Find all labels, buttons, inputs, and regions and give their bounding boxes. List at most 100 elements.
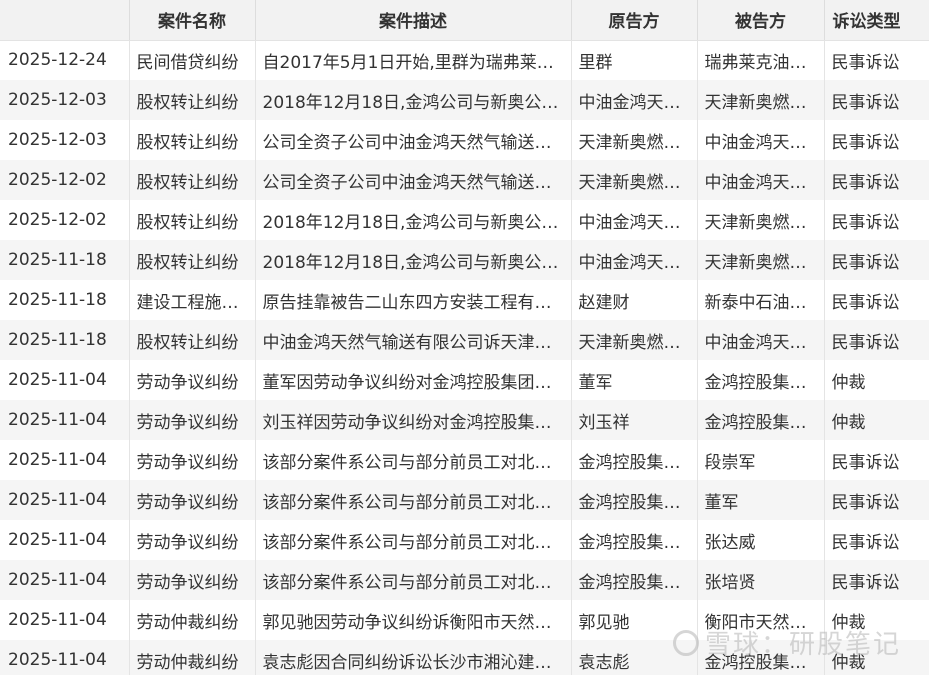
table-row[interactable]: 2025-11-04 劳动争议纠纷 刘玉祥因劳动争议纠纷对金鸿控股集… 刘玉祥 金鸿控股… <box>0 400 929 440</box>
column-header-defendant[interactable]: 被告方 <box>697 0 825 41</box>
litigation-table: 案件名称 案件描述 原告方 被告方 诉讼类型 2025-12-24 民间借贷纠纷自… <box>0 0 929 675</box>
cell-date: 2025-11-04 <box>0 360 130 400</box>
cell-plaintiff: 董军 <box>571 360 698 400</box>
cell-case-name: 股权转让纠纷 <box>129 240 256 280</box>
cell-case-name: 股权转让纠纷 <box>129 320 256 360</box>
cell-litigation-type: 仲裁 <box>824 400 929 440</box>
table-row[interactable]: 2025-12-03 股权转让纠纷 2018年12月18日,金鸿公司与新奥公… 中油金… <box>0 80 929 120</box>
cell-litigation-type: 仲裁 <box>824 600 929 640</box>
table-row[interactable]: 2025-11-18 股权转让纠纷 中油金鸿天然气输送有限公司诉天津… 天津新奥燃… 中… <box>0 320 929 360</box>
cell-case-name: 股权转让纠纷 <box>129 160 256 200</box>
cell-plaintiff: 中油金鸿天… <box>571 240 698 280</box>
cell-litigation-type: 仲裁 <box>824 360 929 400</box>
cell-date: 2025-11-04 <box>0 440 130 480</box>
table-row[interactable]: 2025-11-18 建设工程施… 原告挂靠被告二山东四方安装工程有… 赵建财 新泰中石… <box>0 280 929 320</box>
cell-case-name: 股权转让纠纷 <box>129 120 256 160</box>
cell-case-name: 劳动仲裁纠纷 <box>129 640 256 675</box>
cell-case-description: 该部分案件系公司与部分前员工对北… <box>255 560 572 600</box>
cell-defendant: 张达威 <box>697 520 825 560</box>
cell-case-description: 原告挂靠被告二山东四方安装工程有… <box>255 280 572 320</box>
column-header-date[interactable] <box>0 0 130 41</box>
cell-plaintiff: 赵建财 <box>571 280 698 320</box>
cell-case-description: 该部分案件系公司与部分前员工对北… <box>255 440 572 480</box>
table-row[interactable]: 2025-11-04 劳动争议纠纷 董军因劳动争议纠纷对金鸿控股集团… 董军 金鸿控股集… <box>0 360 929 400</box>
cell-plaintiff: 金鸿控股集… <box>571 440 698 480</box>
cell-case-description: 自2017年5月1日开始,里群为瑞弗莱… <box>255 40 572 80</box>
cell-case-description: 2018年12月18日,金鸿公司与新奥公… <box>255 80 572 120</box>
table-row[interactable]: 2025-11-04 劳动仲裁纠纷 袁志彪因合同纠纷诉讼长沙市湘沁建… 袁志彪 金鸿控股… <box>0 640 929 675</box>
cell-date: 2025-11-04 <box>0 560 130 600</box>
cell-plaintiff: 郭见驰 <box>571 600 698 640</box>
cell-date: 2025-11-18 <box>0 320 130 360</box>
table-row[interactable]: 2025-11-04 劳动仲裁纠纷 郭见驰因劳动争议纠纷诉衡阳市天然… 郭见驰 衡阳市天… <box>0 600 929 640</box>
cell-litigation-type: 民事诉讼 <box>824 320 929 360</box>
cell-date: 2025-11-04 <box>0 520 130 560</box>
cell-litigation-type: 民事诉讼 <box>824 200 929 240</box>
column-header-case-description[interactable]: 案件描述 <box>255 0 572 41</box>
cell-defendant: 天津新奥燃… <box>697 200 825 240</box>
cell-case-description: 该部分案件系公司与部分前员工对北… <box>255 480 572 520</box>
cell-case-name: 劳动争议纠纷 <box>129 520 256 560</box>
case-table-container: 案件名称 案件描述 原告方 被告方 诉讼类型 2025-12-24 民间借贷纠纷自… <box>0 0 929 675</box>
cell-defendant: 张培贤 <box>697 560 825 600</box>
table-row[interactable]: 2025-11-04 劳动争议纠纷 该部分案件系公司与部分前员工对北… 金鸿控股集… 董… <box>0 480 929 520</box>
cell-date: 2025-11-18 <box>0 240 130 280</box>
cell-defendant: 新泰中石油… <box>697 280 825 320</box>
cell-case-name: 股权转让纠纷 <box>129 80 256 120</box>
cell-defendant: 衡阳市天然… <box>697 600 825 640</box>
cell-defendant: 中油金鸿天… <box>697 320 825 360</box>
table-header: 案件名称 案件描述 原告方 被告方 诉讼类型 <box>0 0 929 41</box>
cell-date: 2025-11-04 <box>0 400 130 440</box>
table-row[interactable]: 2025-12-03 股权转让纠纷 公司全资子公司中油金鸿天然气输送… 天津新奥燃… 中… <box>0 120 929 160</box>
cell-defendant: 天津新奥燃… <box>697 240 825 280</box>
cell-defendant: 金鸿控股集… <box>697 400 825 440</box>
cell-plaintiff: 金鸿控股集… <box>571 520 698 560</box>
cell-defendant: 中油金鸿天… <box>697 120 825 160</box>
cell-defendant: 金鸿控股集… <box>697 360 825 400</box>
table-row[interactable]: 2025-12-02 股权转让纠纷 2018年12月18日,金鸿公司与新奥公… 中油金… <box>0 200 929 240</box>
table-row[interactable]: 2025-11-04 劳动争议纠纷 该部分案件系公司与部分前员工对北… 金鸿控股集… 段… <box>0 440 929 480</box>
cell-date: 2025-12-02 <box>0 160 130 200</box>
cell-case-name: 股权转让纠纷 <box>129 200 256 240</box>
cell-litigation-type: 民事诉讼 <box>824 280 929 320</box>
cell-date: 2025-11-04 <box>0 600 130 640</box>
cell-plaintiff: 中油金鸿天… <box>571 200 698 240</box>
cell-case-description: 2018年12月18日,金鸿公司与新奥公… <box>255 240 572 280</box>
cell-case-name: 劳动争议纠纷 <box>129 560 256 600</box>
cell-date: 2025-12-03 <box>0 120 130 160</box>
cell-case-name: 劳动争议纠纷 <box>129 480 256 520</box>
cell-plaintiff: 天津新奥燃… <box>571 320 698 360</box>
cell-litigation-type: 民事诉讼 <box>824 240 929 280</box>
table-row[interactable]: 2025-12-24 民间借贷纠纷 自2017年5月1日开始,里群为瑞弗莱… 里群 瑞弗… <box>0 40 929 80</box>
column-header-case-name[interactable]: 案件名称 <box>129 0 256 41</box>
cell-litigation-type: 民事诉讼 <box>824 480 929 520</box>
cell-date: 2025-12-24 <box>0 40 130 80</box>
column-header-litigation-type[interactable]: 诉讼类型 <box>824 0 929 41</box>
cell-case-description: 郭见驰因劳动争议纠纷诉衡阳市天然… <box>255 600 572 640</box>
cell-case-name: 劳动争议纠纷 <box>129 440 256 480</box>
cell-case-name: 建设工程施… <box>129 280 256 320</box>
cell-case-description: 该部分案件系公司与部分前员工对北… <box>255 520 572 560</box>
cell-date: 2025-11-04 <box>0 640 130 675</box>
cell-plaintiff: 金鸿控股集… <box>571 480 698 520</box>
cell-plaintiff: 刘玉祥 <box>571 400 698 440</box>
cell-case-name: 劳动争议纠纷 <box>129 360 256 400</box>
cell-date: 2025-12-03 <box>0 80 130 120</box>
table-row[interactable]: 2025-11-04 劳动争议纠纷 该部分案件系公司与部分前员工对北… 金鸿控股集… 张… <box>0 520 929 560</box>
table-body: 2025-12-24 民间借贷纠纷 自2017年5月1日开始,里群为瑞弗莱… 里群 瑞弗… <box>0 40 929 675</box>
cell-litigation-type: 民事诉讼 <box>824 40 929 80</box>
cell-plaintiff: 中油金鸿天… <box>571 80 698 120</box>
cell-plaintiff: 里群 <box>571 40 698 80</box>
cell-date: 2025-12-02 <box>0 200 130 240</box>
cell-case-description: 公司全资子公司中油金鸿天然气输送… <box>255 120 572 160</box>
cell-litigation-type: 民事诉讼 <box>824 120 929 160</box>
cell-case-name: 民间借贷纠纷 <box>129 40 256 80</box>
table-row[interactable]: 2025-11-04 劳动争议纠纷 该部分案件系公司与部分前员工对北… 金鸿控股集… 张… <box>0 560 929 600</box>
cell-litigation-type: 民事诉讼 <box>824 520 929 560</box>
cell-case-name: 劳动争议纠纷 <box>129 400 256 440</box>
table-row[interactable]: 2025-11-18 股权转让纠纷 2018年12月18日,金鸿公司与新奥公… 中油金… <box>0 240 929 280</box>
table-row[interactable]: 2025-12-02 股权转让纠纷 公司全资子公司中油金鸿天然气输送… 天津新奥燃… 中… <box>0 160 929 200</box>
column-header-plaintiff[interactable]: 原告方 <box>571 0 698 41</box>
cell-date: 2025-11-04 <box>0 480 130 520</box>
cell-case-description: 中油金鸿天然气输送有限公司诉天津… <box>255 320 572 360</box>
